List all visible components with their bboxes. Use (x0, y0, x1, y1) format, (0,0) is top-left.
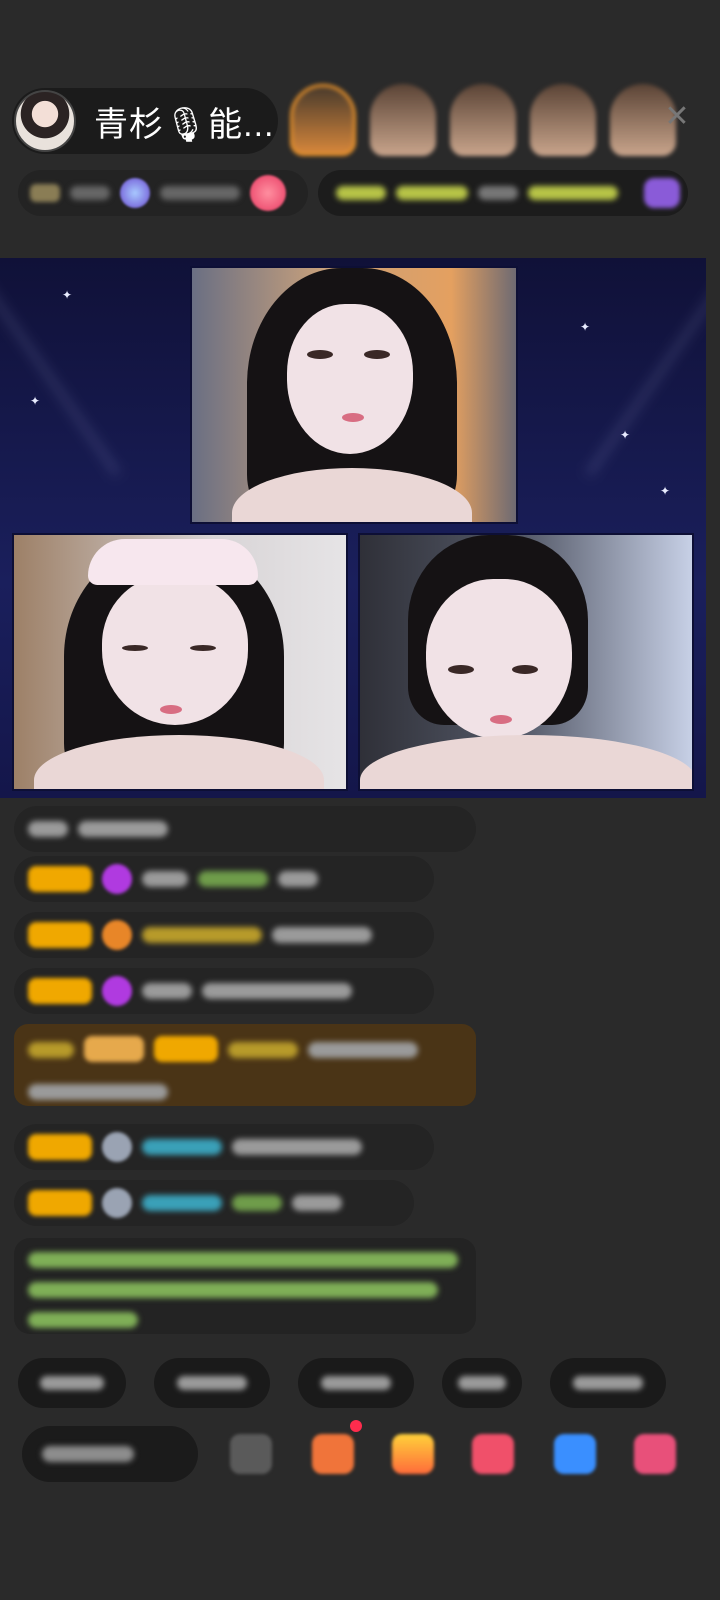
video-tile-bottom-left[interactable] (12, 533, 348, 791)
game-icon[interactable] (554, 1434, 596, 1474)
star-icon: ✦ (580, 320, 591, 334)
activity-badge-icon (644, 178, 680, 208)
chat-message (14, 806, 476, 852)
star-icon: ✦ (620, 428, 631, 442)
quick-chip[interactable] (18, 1358, 126, 1408)
star-icon: ✦ (62, 288, 73, 302)
heart-icon[interactable] (472, 1434, 514, 1474)
quick-reply-chips (18, 1358, 666, 1408)
level-badge (28, 922, 92, 948)
quick-chip[interactable] (442, 1358, 522, 1408)
chat-message (14, 912, 434, 958)
activity-banner[interactable] (318, 170, 688, 216)
fan-icon (102, 920, 132, 950)
level-badge (28, 1134, 92, 1160)
user-icon (102, 1188, 132, 1218)
level-badge (28, 1190, 92, 1216)
stream-stats-pill[interactable] (18, 170, 308, 216)
rank-icon (120, 178, 150, 208)
close-icon[interactable]: ✕ (660, 100, 694, 134)
more-icon[interactable] (634, 1434, 676, 1474)
quick-chip[interactable] (550, 1358, 666, 1408)
viewer-avatar[interactable] (370, 84, 436, 156)
chat-input[interactable] (22, 1426, 198, 1482)
video-tile-top[interactable] (190, 266, 518, 524)
video-tile-bottom-right[interactable] (358, 533, 694, 791)
gift-icon[interactable] (392, 1434, 434, 1474)
chat-message (14, 968, 434, 1014)
multi-guest-stage: ✦ ✦ ✦ ✦ ✦ (0, 258, 706, 798)
quick-chip[interactable] (154, 1358, 270, 1408)
star-icon: ✦ (30, 394, 41, 408)
level-badge (28, 978, 92, 1004)
gift-box-icon[interactable] (312, 1434, 354, 1474)
viewer-avatar[interactable] (450, 84, 516, 156)
level-badge (154, 1036, 218, 1062)
emoji-icon[interactable] (230, 1434, 272, 1474)
top-viewers-list (290, 84, 676, 156)
stream-info-row (18, 170, 688, 216)
notification-dot (350, 1420, 362, 1432)
host-name: 青杉🎙能... (94, 105, 275, 144)
chat-message-highlighted (14, 1024, 476, 1106)
gem-icon (102, 864, 132, 894)
host-avatar[interactable] (14, 90, 76, 152)
chat-message (14, 1124, 434, 1170)
viewer-avatar[interactable] (290, 84, 356, 156)
heat-icon (250, 175, 286, 211)
user-icon (102, 1132, 132, 1162)
level-badge (28, 866, 92, 892)
viewer-avatar[interactable] (530, 84, 596, 156)
star-icon: ✦ (660, 484, 671, 498)
gem-icon (102, 976, 132, 1006)
quick-chip[interactable] (298, 1358, 414, 1408)
chat-message (14, 1180, 414, 1226)
host-info-pill[interactable]: 青杉🎙能... (12, 88, 278, 154)
system-notice (14, 1238, 476, 1334)
fan-badge (84, 1036, 144, 1062)
chat-message (14, 856, 434, 902)
